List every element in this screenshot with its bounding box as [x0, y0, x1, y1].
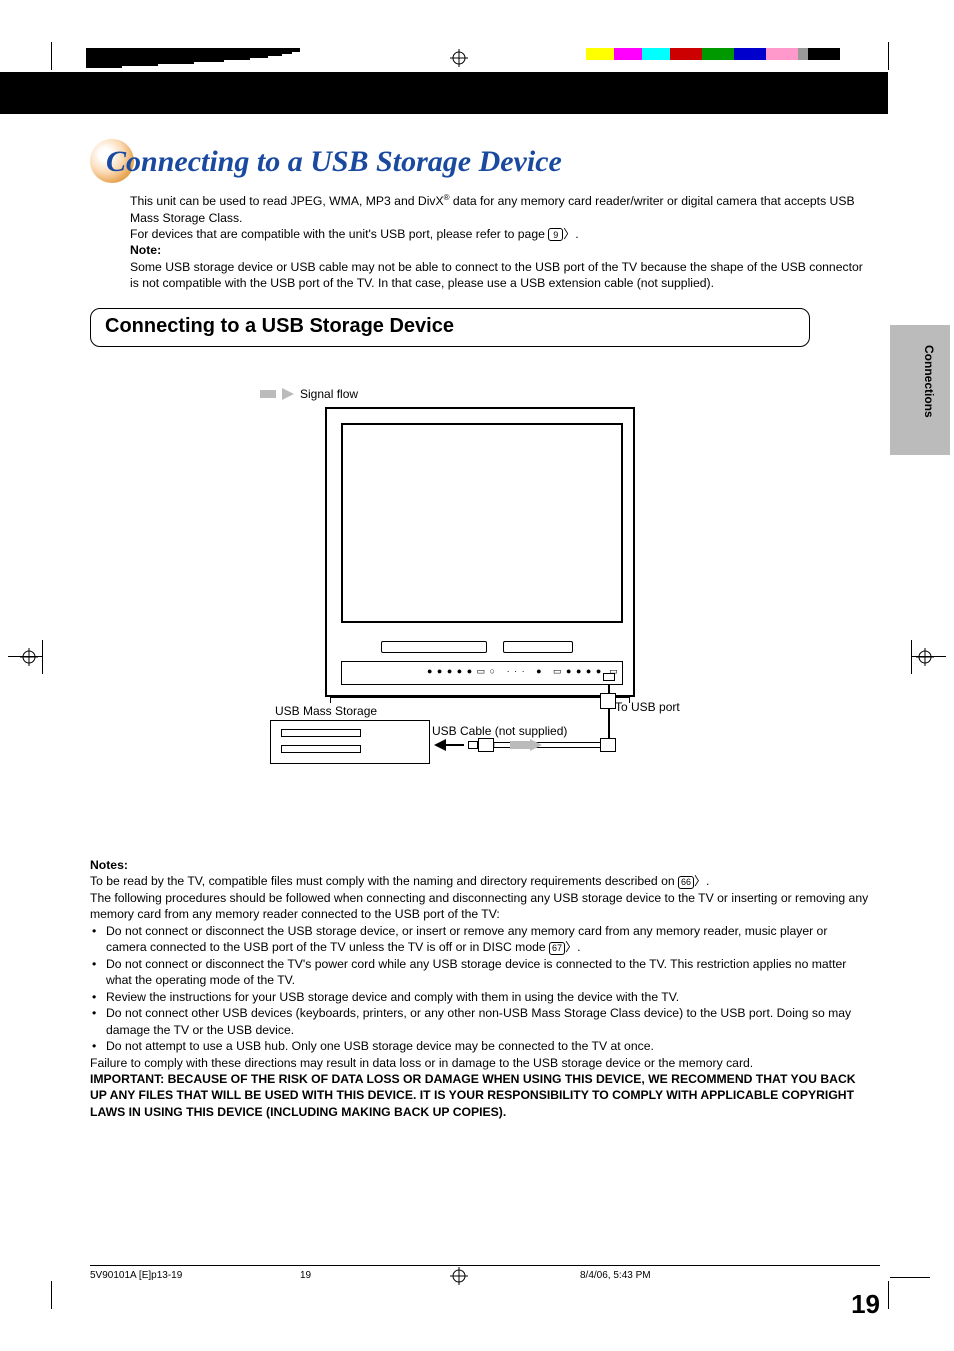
- notes-bullet-5: •Do not attempt to use a USB hub. Only o…: [90, 1038, 870, 1054]
- crop-mark: [911, 640, 912, 674]
- signal-flow-label: Signal flow: [300, 387, 358, 401]
- flow-arrow-right: [510, 739, 542, 751]
- page-content: Connecting to a USB Storage Device This …: [90, 145, 880, 1120]
- tv-stand: [330, 697, 630, 703]
- registration-mark-icon: [916, 648, 934, 666]
- usb-cable-label: USB Cable (not supplied): [432, 724, 567, 738]
- usb-plug-left: [478, 738, 494, 752]
- crop-mark: [9, 73, 49, 74]
- notes-bullet-2: •Do not connect or disconnect the TV's p…: [90, 956, 870, 989]
- crop-mark: [8, 656, 42, 657]
- crop-mark: [888, 1281, 889, 1309]
- crop-mark: [42, 640, 43, 674]
- crop-mark: [912, 656, 946, 657]
- angle-bracket: 〉: [563, 227, 575, 241]
- crop-mark: [888, 42, 889, 70]
- usb-port-icon: [603, 673, 615, 681]
- footer-timestamp: 8/4/06, 5:43 PM: [580, 1270, 651, 1281]
- tv-screen: [341, 423, 623, 623]
- side-tab: [890, 325, 950, 455]
- usb-plug-right: [600, 738, 616, 752]
- page-title-wrap: Connecting to a USB Storage Device: [90, 145, 880, 185]
- tv-speaker-right: [503, 641, 573, 653]
- notes-p2: The following procedures should be follo…: [90, 890, 870, 923]
- storage-slot: [281, 729, 361, 737]
- pageref-67: 67: [549, 942, 565, 955]
- signal-flow-legend: Signal flow: [260, 387, 358, 401]
- notes-label: Notes:: [90, 857, 870, 873]
- footer-doc: 5V90101A [E]p13-19: [90, 1270, 300, 1281]
- arrow-right-icon: [282, 388, 294, 400]
- notes-bullet-1: • Do not connect or disconnect the USB s…: [90, 923, 870, 956]
- footer-page: 19: [300, 1270, 580, 1281]
- registration-mark-icon: [450, 49, 468, 67]
- note-text: Some USB storage device or USB cable may…: [130, 260, 863, 290]
- section-heading-box: Connecting to a USB Storage Device: [90, 308, 810, 347]
- note-label: Note:: [130, 243, 161, 257]
- storage-slot: [281, 745, 361, 753]
- flow-arrow-left: [434, 739, 464, 751]
- notes-p3: Failure to comply with these directions …: [90, 1055, 870, 1071]
- crop-mark: [51, 42, 52, 70]
- printer-color-bar: [0, 48, 954, 68]
- notes-section: Notes: To be read by the TV, compatible …: [90, 857, 870, 1121]
- page-number: 19: [851, 1289, 880, 1320]
- usb-mass-storage-label: USB Mass Storage: [275, 704, 377, 718]
- footer: 5V90101A [E]p13-19 19 8/4/06, 5:43 PM: [90, 1265, 880, 1281]
- important-warning: IMPORTANT: BECAUSE OF THE RISK OF DATA L…: [90, 1071, 870, 1120]
- notes-bullet-3: •Review the instructions for your USB st…: [90, 989, 870, 1005]
- side-tab-label: Connections: [922, 345, 936, 418]
- usb-plug-tip-left: [468, 741, 478, 749]
- registration-mark-icon: [20, 648, 38, 666]
- connection-diagram: Signal flow ● ● ● ● ● ▭ ○ · · · ● ▭ ● ● …: [90, 387, 880, 807]
- arrow-body-icon: [260, 390, 276, 398]
- intro-line2a: For devices that are compatible with the…: [130, 227, 548, 241]
- pageref-66: 66: [678, 876, 694, 889]
- tv-illustration: ● ● ● ● ● ▭ ○ · · · ● ▭ ● ● ● ● ▭: [325, 407, 635, 697]
- tv-speaker-left: [381, 641, 487, 653]
- notes-bullet-4: •Do not connect other USB devices (keybo…: [90, 1005, 870, 1038]
- top-black-bar: [0, 72, 888, 114]
- usb-mass-storage-device: [270, 720, 430, 764]
- page-title: Connecting to a USB Storage Device: [90, 145, 880, 179]
- to-usb-port-label: To USB port: [615, 700, 680, 714]
- intro-line1a: This unit can be used to read JPEG, WMA,…: [130, 194, 444, 208]
- intro-text: This unit can be used to read JPEG, WMA,…: [130, 193, 870, 292]
- notes-p1: To be read by the TV, compatible files m…: [90, 873, 870, 889]
- crop-mark: [51, 1281, 52, 1309]
- pageref-9: 9: [548, 228, 563, 241]
- section-heading: Connecting to a USB Storage Device: [105, 315, 795, 338]
- panel-dots: ● ● ● ● ● ▭ ○ · · · ● ▭ ● ● ● ● ▭: [427, 666, 619, 677]
- crop-mark: [890, 1277, 930, 1278]
- usb-connector-tv: [600, 693, 616, 709]
